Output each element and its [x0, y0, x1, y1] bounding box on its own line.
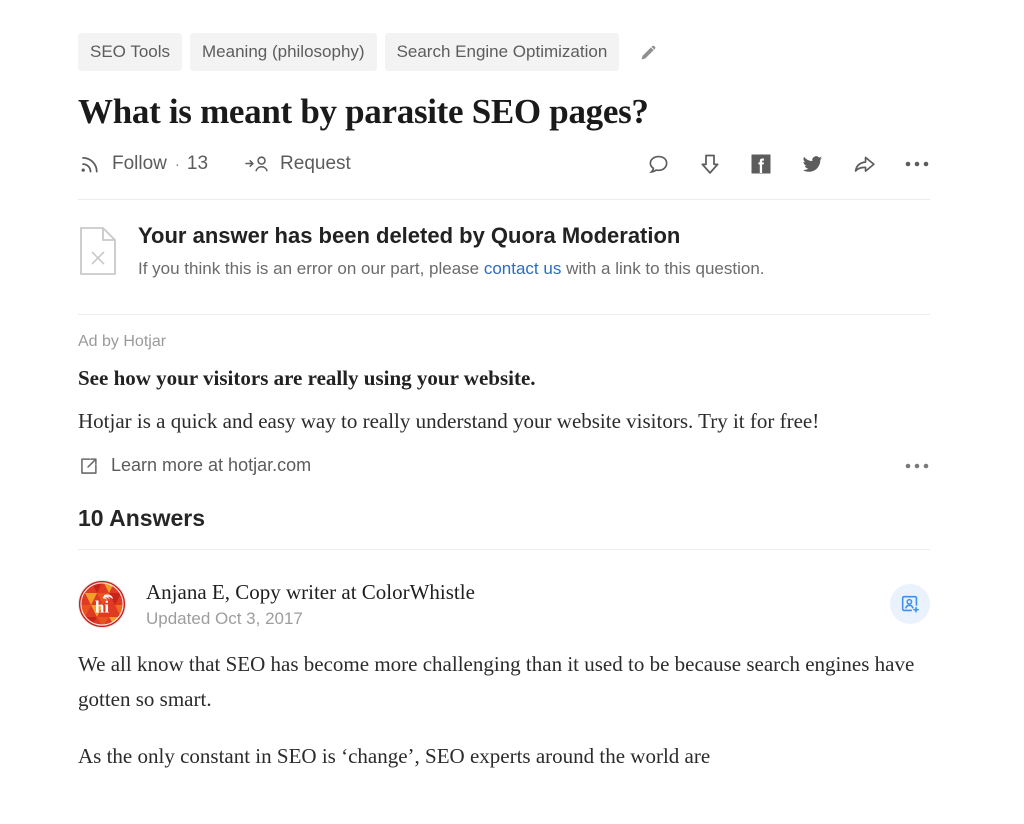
deleted-answer-notice: Your answer has been deleted by Quora Mo… — [78, 222, 930, 280]
twitter-share-button[interactable] — [799, 152, 825, 176]
external-link-icon — [81, 457, 97, 474]
divider-under-actions — [78, 199, 930, 200]
answer-paragraph: We all know that SEO has become more cha… — [78, 651, 915, 711]
downvote-button[interactable] — [697, 151, 723, 177]
facebook-share-button[interactable] — [749, 152, 773, 176]
follow-count: 13 — [186, 153, 209, 174]
ad-attribution: Ad by Hotjar — [78, 332, 167, 350]
topic-pill-search-engine-optimization[interactable]: Search Engine Optimization — [384, 33, 620, 71]
answer-paragraph: As the only constant in SEO is ‘change’,… — [78, 743, 711, 768]
notice-text-block: Your answer has been deleted by Quora Mo… — [138, 222, 765, 280]
person-arrow-icon — [245, 155, 268, 171]
pencil-icon — [641, 45, 656, 59]
share-icon-group — [646, 151, 930, 177]
answer-updated-date: Updated Oct 3, 2017 — [146, 608, 303, 628]
hi-avatar-icon: hi — [79, 581, 125, 628]
notice-icon-wrap — [78, 222, 122, 276]
notice-sub-after: with a link to this question. — [561, 258, 765, 278]
ad-more-options-button[interactable] — [904, 461, 930, 471]
downvote-icon — [701, 154, 719, 174]
more-options-icon — [905, 161, 929, 167]
answer-item: hi Anjana E, Copy writer at ColorWhistle… — [78, 580, 930, 774]
answer-author-meta: Anjana E, Copy writer at ColorWhistle Up… — [146, 580, 475, 629]
answer-body: We all know that SEO has become more cha… — [78, 647, 918, 774]
contact-us-link[interactable]: contact us — [484, 259, 562, 278]
follow-author-button[interactable] — [890, 584, 930, 625]
divider-under-answers-header — [78, 548, 930, 550]
page-title: What is meant by parasite SEO pages? — [78, 92, 649, 131]
request-label: Request — [280, 153, 351, 174]
avatar[interactable]: hi — [78, 580, 126, 629]
ad-cta-link[interactable]: Learn more at hotjar.com — [78, 455, 311, 477]
comment-button[interactable] — [646, 152, 671, 177]
follow-separator: · — [174, 155, 180, 173]
topic-pill-seo-tools[interactable]: SEO Tools — [78, 33, 183, 71]
comment-icon — [649, 155, 668, 173]
notice-title: Your answer has been deleted by Quora Mo… — [138, 223, 681, 248]
svg-text:hi: hi — [95, 598, 109, 617]
more-options-button[interactable] — [904, 159, 930, 169]
edit-topics-button[interactable] — [633, 37, 663, 67]
ad-block: Ad by Hotjar See how your visitors are r… — [78, 333, 930, 477]
more-options-icon — [905, 463, 929, 468]
ad-cta-label: Learn more at hotjar.com — [111, 455, 312, 476]
share-button[interactable] — [851, 152, 878, 177]
follow-button[interactable]: Follow — [78, 152, 167, 177]
answers-count-header: 10 Answers — [78, 504, 205, 531]
facebook-icon — [751, 154, 771, 174]
notice-subtitle: If you think this is an error on our par… — [138, 258, 765, 280]
topic-pill-list: SEO Tools Meaning (philosophy) Search En… — [78, 0, 930, 71]
rss-follow-icon — [81, 156, 98, 172]
page-content: SEO Tools Meaning (philosophy) Search En… — [78, 0, 930, 773]
quora-question-page: SEO Tools Meaning (philosophy) Search En… — [0, 0, 1024, 824]
divider-under-notice — [78, 313, 930, 315]
twitter-icon — [802, 156, 823, 172]
share-arrow-icon — [854, 156, 875, 172]
question-action-bar: Follow · 13 Request — [78, 147, 930, 181]
follow-label: Follow — [112, 153, 167, 174]
ad-footer: Learn more at hotjar.com — [78, 455, 930, 477]
ad-headline[interactable]: See how your visitors are really using y… — [78, 366, 930, 391]
topic-pill-meaning-philosophy[interactable]: Meaning (philosophy) — [190, 33, 377, 71]
notice-sub-before: If you think this is an error on our par… — [138, 258, 484, 278]
document-deleted-icon — [80, 227, 116, 275]
request-button[interactable]: Request — [244, 152, 351, 177]
answer-author-row: hi Anjana E, Copy writer at ColorWhistle… — [78, 580, 930, 629]
answer-author-name[interactable]: Anjana E, Copy writer at ColorWhistle — [146, 580, 475, 605]
add-person-icon — [901, 596, 919, 613]
ad-body-text: Hotjar is a quick and easy way to really… — [78, 408, 820, 433]
